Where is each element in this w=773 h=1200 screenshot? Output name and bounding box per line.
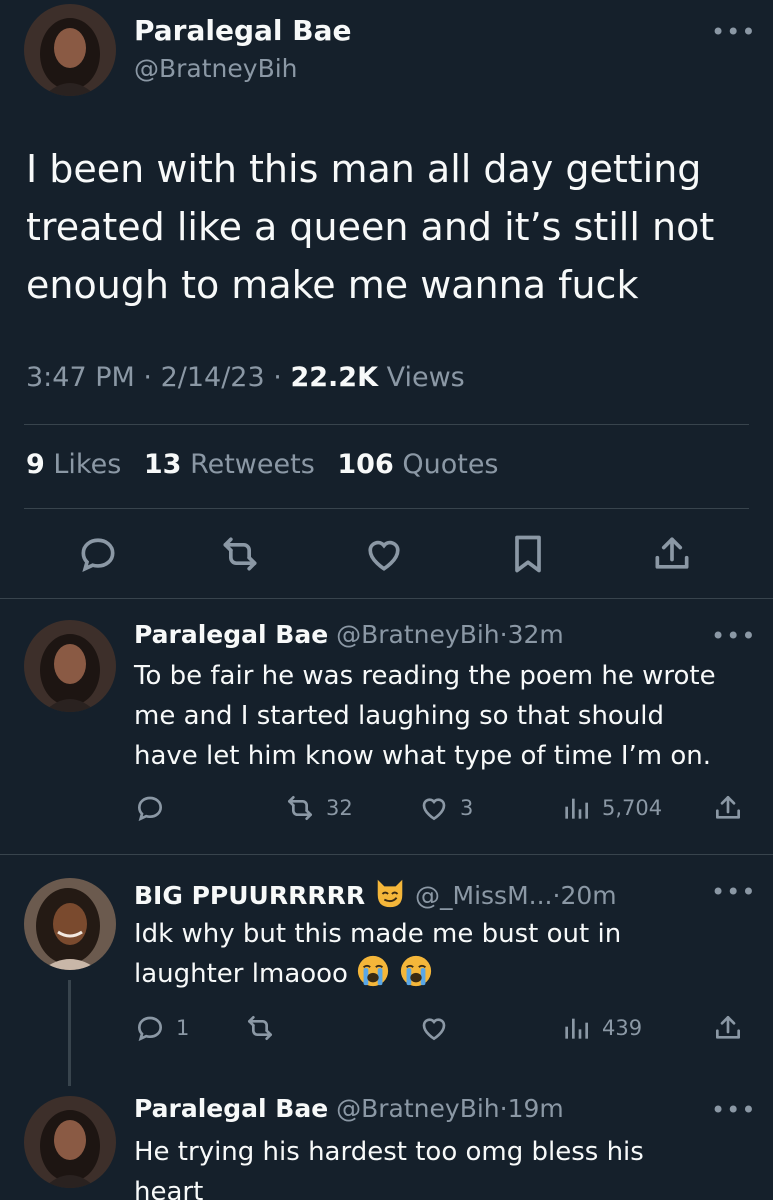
tweet-actions <box>0 532 773 582</box>
display-name[interactable]: BIG PPUURRRRR <box>134 881 365 910</box>
views-count: 22.2K <box>290 362 378 393</box>
reply-time[interactable]: 19m <box>508 1094 564 1123</box>
views-button[interactable]: 439 <box>560 1010 642 1046</box>
retweet-button[interactable] <box>244 1010 286 1046</box>
handle[interactable]: @BratneyBih <box>134 54 298 83</box>
tweet-text-line: I been with this man all day getting <box>26 147 702 191</box>
reply-text-line: To be fair he was reading the poem he wr… <box>134 661 716 691</box>
more-options-icon[interactable]: ••• <box>711 18 756 46</box>
share-icon[interactable] <box>650 532 694 576</box>
display-name[interactable]: Paralegal Bae <box>134 1094 328 1123</box>
views-icon <box>565 798 588 819</box>
more-options-icon[interactable]: ••• <box>711 878 756 906</box>
reply-text-line: have let him know what type of time I’m … <box>134 741 711 771</box>
retweet-icon <box>288 796 312 820</box>
reply-actions: 1 439 <box>0 1010 773 1046</box>
tweet-text-line: enough to make me wanna fuck <box>26 263 639 307</box>
views-label: Views <box>386 362 465 393</box>
reply-text: Idk why but this made me bust out in lau… <box>134 914 754 994</box>
separator: · <box>499 620 508 649</box>
divider <box>24 424 749 425</box>
reply-button[interactable]: 1 <box>134 1010 189 1046</box>
likes-label: Likes <box>53 449 122 480</box>
handle[interactable]: @BratneyBih <box>336 620 500 649</box>
like-button[interactable]: 3 <box>418 790 473 826</box>
smirking-cat-icon <box>377 879 403 908</box>
bookmark-icon[interactable] <box>506 532 550 576</box>
divider <box>0 598 773 599</box>
display-name[interactable]: Paralegal Bae <box>134 620 328 649</box>
reply-header: Paralegal Bae @BratneyBih·32m <box>134 620 564 649</box>
reply-actions: 32 3 5,704 <box>0 790 773 826</box>
retweets-count: 13 <box>143 449 182 480</box>
like-icon[interactable] <box>362 532 406 576</box>
like-button[interactable] <box>418 1010 460 1046</box>
tweet-text-line: treated like a queen and it’s still not <box>26 205 715 249</box>
reply-text-line: He trying his hardest too omg bless his <box>134 1137 644 1167</box>
reply-header: BIG PPUURRRRR @_MissM...·20m <box>134 876 617 910</box>
divider <box>24 508 749 509</box>
likes-stat[interactable]: 9 Likes <box>26 449 121 480</box>
quotes-stat[interactable]: 106 Quotes <box>337 449 498 480</box>
reply-text-line: heart <box>134 1177 204 1200</box>
views-icon <box>565 1018 588 1039</box>
separator: · <box>499 1094 508 1123</box>
more-options-icon[interactable]: ••• <box>711 622 756 650</box>
like-icon <box>422 798 446 821</box>
retweets-label: Retweets <box>190 449 315 480</box>
retweet-count: 32 <box>326 796 353 820</box>
views-button[interactable]: 5,704 <box>560 790 662 826</box>
tweet-date[interactable]: 2/14/23 <box>161 362 265 393</box>
reply-text-line: me and I started laughing so that should <box>134 701 665 731</box>
reply-icon <box>137 796 163 822</box>
reply-count: 1 <box>176 1016 190 1040</box>
loudly-crying-face-icon <box>358 955 389 987</box>
reply-text: He trying his hardest too omg bless his … <box>134 1132 754 1200</box>
likes-count: 9 <box>26 449 45 480</box>
tweet-time[interactable]: 3:47 PM <box>26 362 135 393</box>
share-icon <box>716 796 740 819</box>
reply-button[interactable] <box>134 790 176 826</box>
reply-icon <box>137 1016 163 1042</box>
separator: · <box>273 362 282 393</box>
quotes-count: 106 <box>337 449 394 480</box>
reply-header: Paralegal Bae @BratneyBih·19m <box>134 1094 564 1123</box>
retweet-icon[interactable] <box>218 532 262 576</box>
more-options-icon[interactable]: ••• <box>711 1096 756 1124</box>
share-button[interactable] <box>712 1010 754 1046</box>
retweet-button[interactable]: 32 <box>284 790 353 826</box>
view-count: 5,704 <box>602 796 663 820</box>
quotes-label: Quotes <box>402 449 499 480</box>
view-count: 439 <box>602 1016 643 1040</box>
avatar[interactable] <box>24 878 116 970</box>
avatar[interactable] <box>24 620 116 712</box>
reply-text-line: Idk why but this made me bust out in <box>134 919 622 949</box>
reply-text-line: laughter lmaooo <box>134 954 754 994</box>
tweet-meta: 3:47 PM · 2/14/23 · 22.2K Views <box>26 362 465 393</box>
separator: · <box>143 362 152 393</box>
share-button[interactable] <box>712 790 754 826</box>
handle[interactable]: @_MissM... <box>415 881 552 910</box>
loudly-crying-face-icon <box>400 955 431 987</box>
tweet-text: I been with this man all day getting tre… <box>26 140 756 314</box>
thread-connector-line <box>68 980 71 1086</box>
reply-text: To be fair he was reading the poem he wr… <box>134 656 754 776</box>
reply-time[interactable]: 20m <box>560 881 616 910</box>
avatar[interactable] <box>24 4 116 96</box>
like-count: 3 <box>460 796 474 820</box>
handle[interactable]: @BratneyBih <box>336 1094 500 1123</box>
retweet-icon <box>248 1016 272 1040</box>
like-icon <box>422 1018 446 1041</box>
tweet-stats: 9 Likes 13 Retweets 106 Quotes <box>26 449 513 480</box>
retweets-stat[interactable]: 13 Retweets <box>144 449 315 480</box>
reply-text-fragment: laughter lmaooo <box>134 959 348 989</box>
divider <box>0 854 773 855</box>
avatar[interactable] <box>24 1096 116 1188</box>
reply-icon[interactable] <box>76 532 120 576</box>
share-icon <box>716 1016 740 1039</box>
reply-time[interactable]: 32m <box>508 620 564 649</box>
display-name[interactable]: Paralegal Bae <box>134 14 351 47</box>
